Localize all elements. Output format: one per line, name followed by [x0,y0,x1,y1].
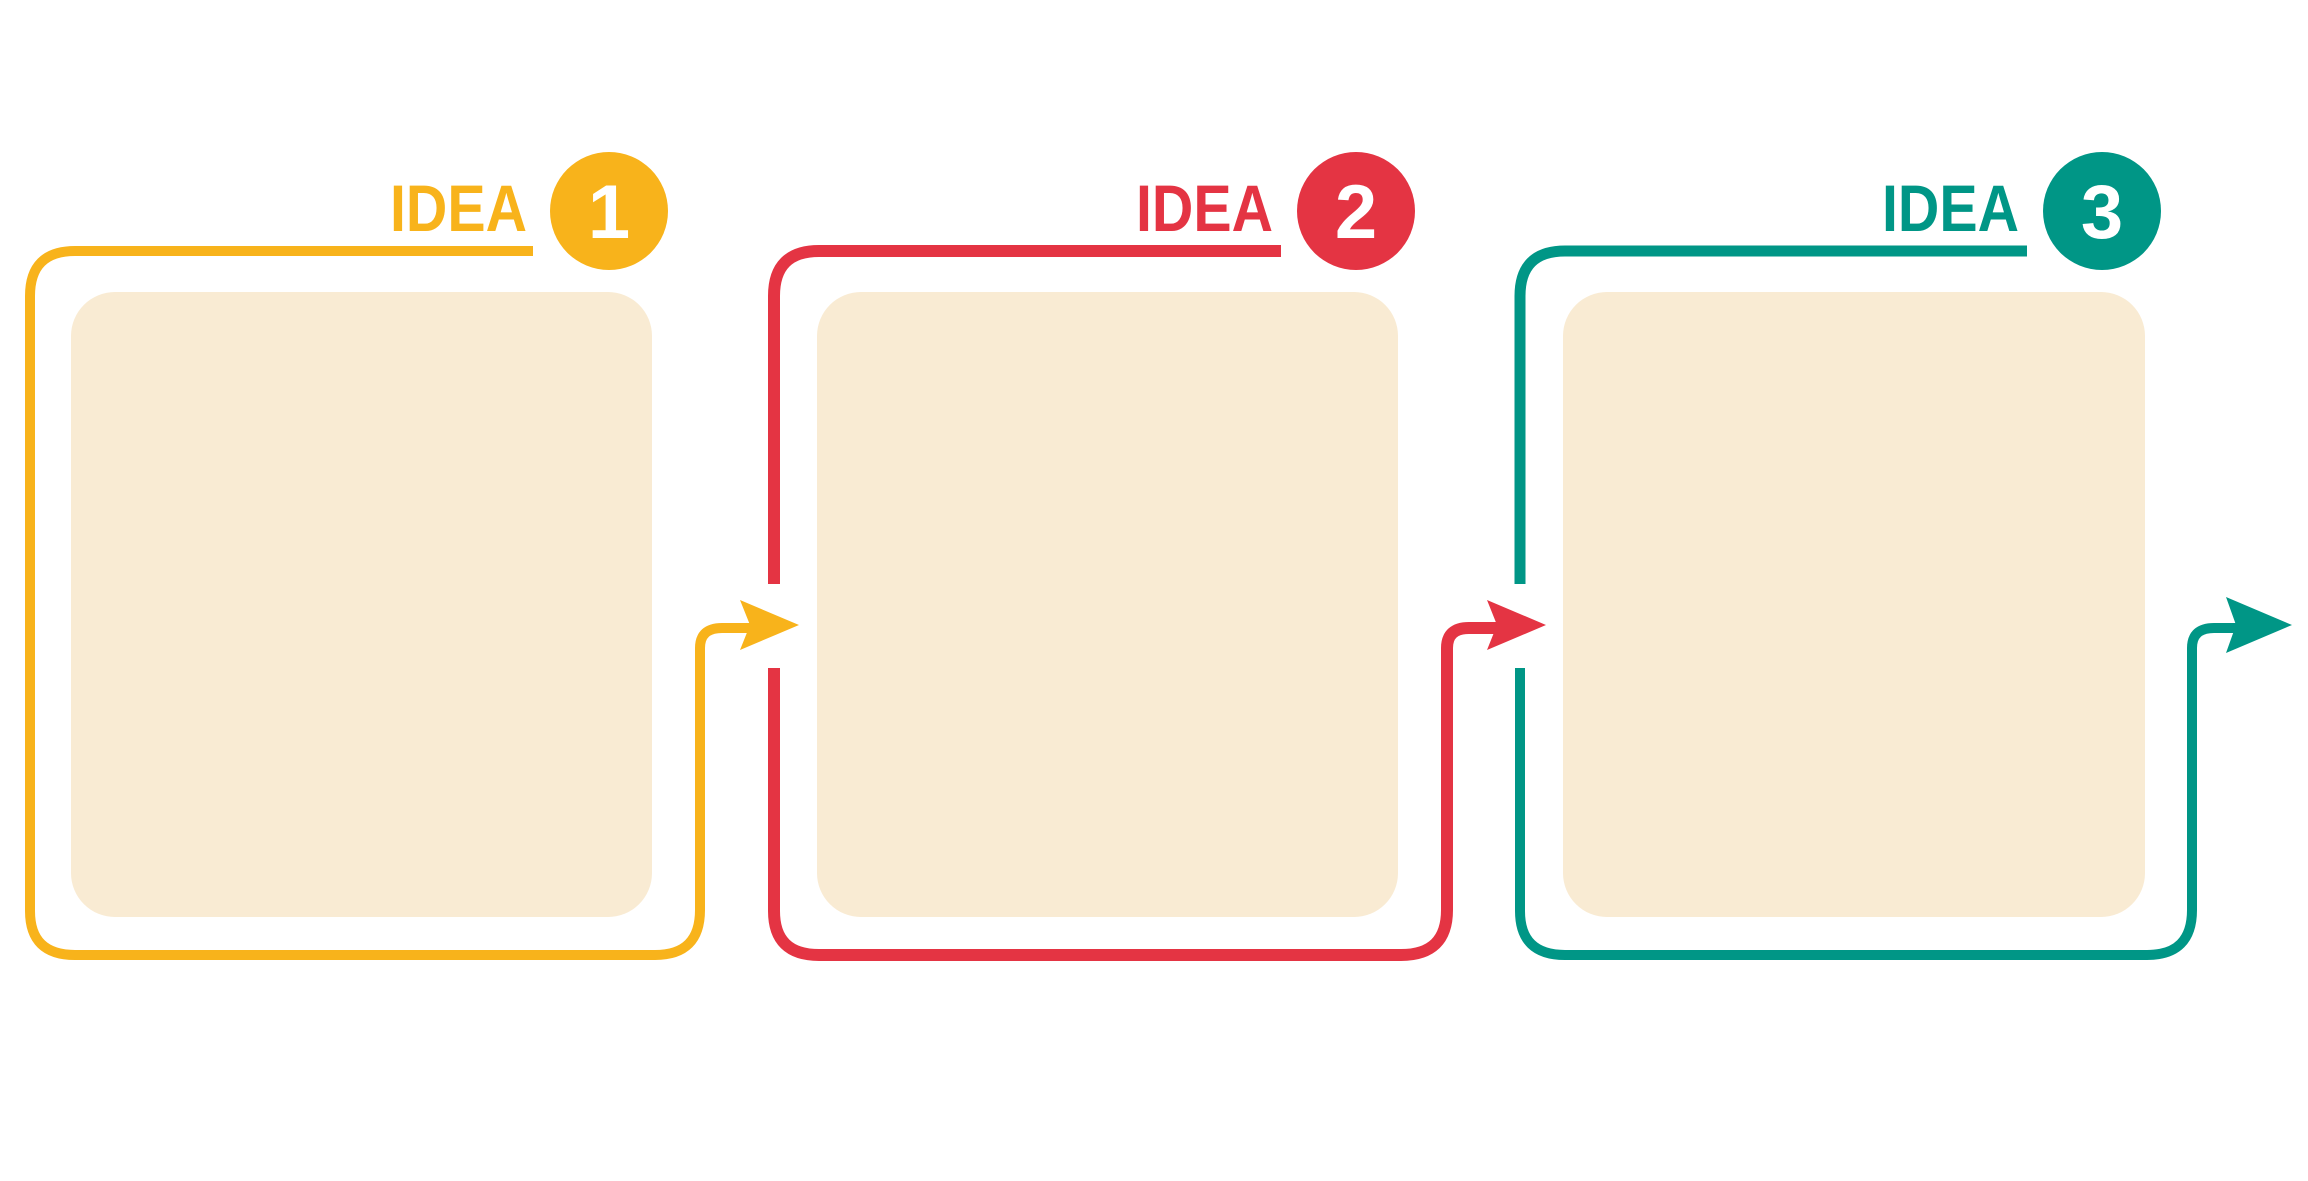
idea-2-label: IDEA [1136,171,1273,245]
idea-3-number: 3 [2081,170,2123,255]
idea-2-content-card[interactable] [817,292,1398,917]
idea-3-content-card[interactable] [1563,292,2145,917]
idea-1-label: IDEA [390,171,527,245]
three-ideas-diagram: IDEA 1 IDEA 2 IDEA 3 [25,152,2292,961]
idea-1-step: IDEA 1 [25,152,799,960]
idea-1-content-card[interactable] [71,292,652,917]
idea-3-step: IDEA 3 [1514,152,2292,960]
idea-3-label: IDEA [1882,171,2019,245]
idea-2-step: IDEA 2 [768,152,1546,961]
idea-2-number: 2 [1335,170,1377,255]
idea-1-number: 1 [588,170,630,255]
